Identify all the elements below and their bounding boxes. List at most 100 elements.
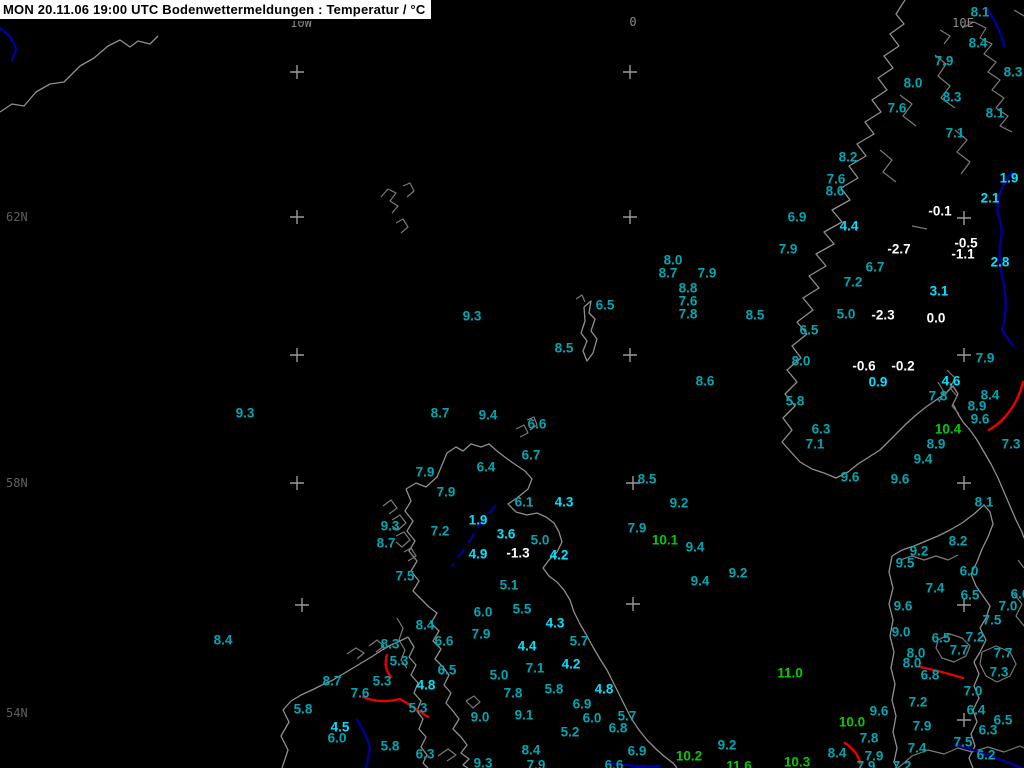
station-temp: 10.2	[675, 748, 703, 764]
station-temp: -2.7	[887, 241, 911, 257]
station-temp: 8.1	[985, 105, 1005, 121]
station-temp: 6.2	[976, 747, 996, 763]
station-temp: 7.9	[778, 241, 798, 257]
station-temp: -1.3	[506, 545, 530, 561]
station-temp: 8.2	[948, 533, 968, 549]
latitude-label: 58N	[6, 476, 28, 490]
station-temp: 8.4	[213, 632, 233, 648]
station-temp: 7.4	[925, 580, 945, 596]
station-temp: 8.5	[554, 340, 574, 356]
station-temp: 8.6	[825, 183, 845, 199]
station-temp: 10.1	[651, 532, 679, 548]
station-temp: 5.3	[408, 700, 428, 716]
station-temp: 9.6	[869, 703, 889, 719]
station-temp: 7.7	[949, 642, 969, 658]
station-temp: 7.2	[430, 523, 450, 539]
station-temp: 4.4	[517, 638, 537, 654]
station-temp: 7.2	[965, 629, 985, 645]
station-temp: 5.0	[530, 532, 550, 548]
station-temp: 6.5	[931, 630, 951, 646]
station-temp: 5.8	[785, 393, 805, 409]
station-temp: 2.8	[990, 254, 1010, 270]
station-temp: 9.3	[473, 755, 493, 768]
station-temp: 5.5	[512, 601, 532, 617]
station-temp: -0.6	[852, 358, 876, 374]
station-temp: 9.6	[970, 411, 990, 427]
station-temp: 7.9	[912, 718, 932, 734]
station-temp: 5.7	[569, 633, 589, 649]
station-temp: 5.8	[544, 681, 564, 697]
station-temp: -0.2	[891, 358, 915, 374]
station-temp: 10.3	[783, 754, 811, 768]
station-temp: 7.8	[928, 388, 948, 404]
station-temp: 7.9	[436, 484, 456, 500]
station-temp: 8.4	[521, 742, 541, 758]
station-temp: 8.4	[827, 745, 847, 761]
station-temp: 8.1	[974, 494, 994, 510]
station-temp: 4.2	[561, 656, 581, 672]
station-temp: 7.1	[805, 436, 825, 452]
weather-map: 8.1 8.4 7.9 8.3 8.0 8.3 7.6 8.1 7.1 8.2 7.6 8.6 6.9 4…	[0, 0, 1024, 768]
station-temp: 5.1	[499, 577, 519, 593]
station-temp: 0.0	[926, 310, 946, 326]
station-temp: 9.4	[685, 539, 705, 555]
station-temp: 7.9	[471, 626, 491, 642]
station-temp: 5.0	[836, 306, 856, 322]
station-temp: 7.2	[892, 758, 912, 768]
station-temp: 9.2	[669, 495, 689, 511]
station-temp: 7.1	[945, 125, 965, 141]
station-temp: 8.6	[695, 373, 715, 389]
station-temp: 7.6	[887, 100, 907, 116]
station-temp: 3.1	[929, 283, 949, 299]
station-temp: 6.7	[521, 447, 541, 463]
station-temp: 6.0	[959, 563, 979, 579]
station-temp: 7.3	[989, 664, 1009, 680]
station-temp: 7.5	[395, 568, 415, 584]
station-temp: 7.5	[953, 734, 973, 750]
station-temp: 8.0	[902, 655, 922, 671]
map-title-bar: MON 20.11.06 19:00 UTC Bodenwettermeldun…	[0, 0, 434, 21]
station-temp: 8.7	[376, 535, 396, 551]
station-temp: 6.0	[473, 604, 493, 620]
station-temp: 7.6	[350, 685, 370, 701]
station-temp: 9.1	[514, 707, 534, 723]
station-temp: 6.5	[799, 322, 819, 338]
station-temp: 8.3	[380, 636, 400, 652]
station-temp: 7.9	[934, 53, 954, 69]
station-temp: 7.0	[963, 683, 983, 699]
station-temp: 6.1	[514, 494, 534, 510]
station-temp: 5.3	[389, 653, 409, 669]
station-temp: 7.1	[525, 660, 545, 676]
station-temp: 7.7	[993, 645, 1013, 661]
station-temp: 8.3	[942, 89, 962, 105]
station-temp: -1.1	[951, 246, 975, 262]
station-temp: 5.0	[489, 667, 509, 683]
station-temp: 4.4	[839, 218, 859, 234]
station-temp: 9.2	[728, 565, 748, 581]
station-temp: 9.3	[462, 308, 482, 324]
latitude-label: 62N	[6, 210, 28, 224]
station-temp: 6.0	[327, 730, 347, 746]
station-values-layer: 8.1 8.4 7.9 8.3 8.0 8.3 7.6 8.1 7.1 8.2 7.6 8.6 6.9 4…	[0, 0, 1024, 768]
station-temp: 9.6	[890, 471, 910, 487]
station-temp: 9.5	[895, 555, 915, 571]
station-temp: 1.9	[999, 170, 1019, 186]
station-temp: 6.0	[582, 710, 602, 726]
station-temp: -0.1	[928, 203, 952, 219]
station-temp: 7.9	[526, 757, 546, 768]
station-temp: 9.0	[891, 624, 911, 640]
station-temp: 5.8	[380, 738, 400, 754]
station-temp: 7.9	[697, 265, 717, 281]
station-temp: 8.7	[322, 673, 342, 689]
station-temp: 11.6	[726, 758, 752, 768]
station-temp: 8.0	[903, 75, 923, 91]
station-temp: 5.2	[560, 724, 580, 740]
station-temp: 3.6	[496, 526, 516, 542]
station-temp: 7.9	[975, 350, 995, 366]
station-temp: 6.5	[437, 662, 457, 678]
station-temp: 6.3	[978, 722, 998, 738]
station-temp: 4.8	[416, 677, 436, 693]
station-temp: 7.2	[908, 694, 928, 710]
station-temp: 8.0	[791, 353, 811, 369]
station-temp: 8.3	[1003, 64, 1023, 80]
